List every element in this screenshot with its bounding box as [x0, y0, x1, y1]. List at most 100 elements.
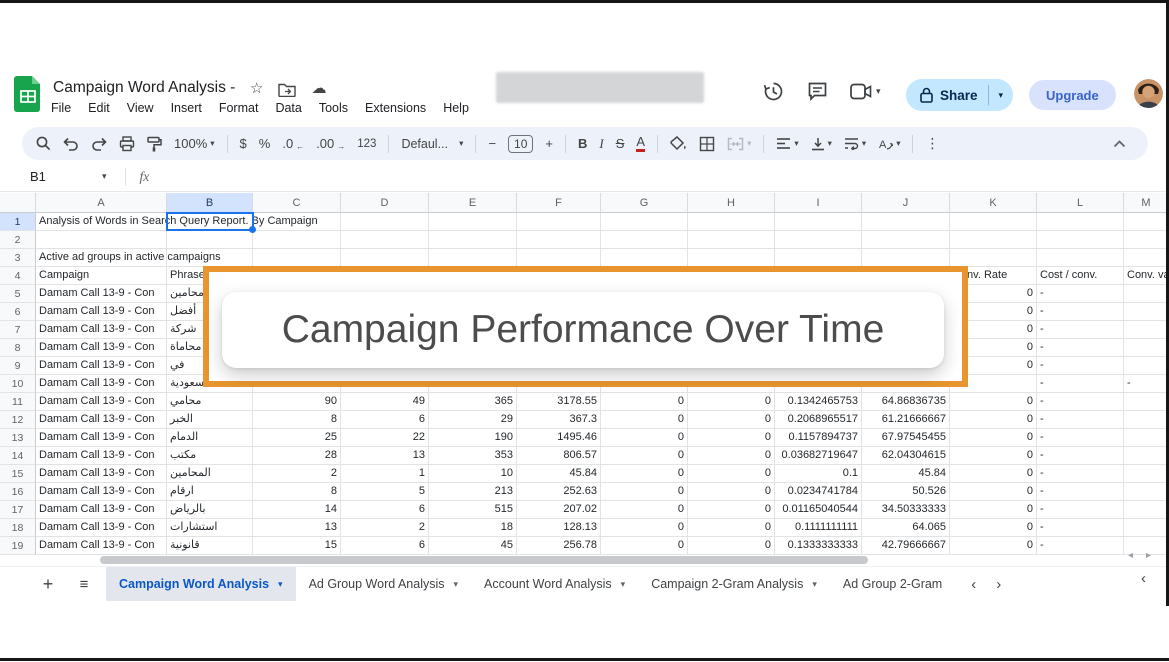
text-rotation-icon[interactable]: A ▾ — [878, 137, 900, 151]
cell-A2[interactable] — [36, 231, 167, 249]
star-icon[interactable]: ☆ — [250, 80, 263, 98]
font-size-input[interactable]: 10 — [508, 135, 533, 153]
chevron-down-icon[interactable]: ▾ — [278, 579, 283, 590]
cell-F19[interactable]: 256.78 — [517, 537, 601, 555]
cell-A11[interactable]: Damam Call 13-9 - Con — [36, 393, 167, 411]
cell-F16[interactable]: 252.63 — [517, 483, 601, 501]
cell-D11[interactable]: 49 — [341, 393, 429, 411]
cell-H2[interactable] — [688, 231, 775, 249]
cell-L8[interactable]: - — [1037, 339, 1124, 357]
cell-J11[interactable]: 64.86836735 — [862, 393, 950, 411]
cell-L15[interactable]: - — [1037, 465, 1124, 483]
cell-A3[interactable]: Active ad groups in active campaigns — [36, 249, 167, 267]
row-header-5[interactable]: 5 — [0, 285, 36, 303]
cell-G12[interactable]: 0 — [601, 411, 688, 429]
cell-D16[interactable]: 5 — [341, 483, 429, 501]
format-percent-button[interactable]: % — [259, 136, 271, 151]
cell-I11[interactable]: 0.1342465753 — [775, 393, 862, 411]
cell-L10[interactable]: - — [1037, 375, 1124, 393]
cell-E18[interactable]: 18 — [429, 519, 517, 537]
column-header-F[interactable]: F — [517, 193, 601, 213]
cell-H11[interactable]: 0 — [688, 393, 775, 411]
zoom-select[interactable]: 100%▾ — [174, 136, 215, 151]
name-box[interactable]: B1 — [0, 169, 102, 184]
cell-H18[interactable]: 0 — [688, 519, 775, 537]
menu-tools[interactable]: Tools — [319, 101, 348, 115]
borders-icon[interactable] — [699, 136, 715, 152]
column-header-M[interactable]: M — [1124, 193, 1169, 213]
cell-F14[interactable]: 806.57 — [517, 447, 601, 465]
row-header-16[interactable]: 16 — [0, 483, 36, 501]
cell-E19[interactable]: 45 — [429, 537, 517, 555]
horizontal-scrollbar[interactable] — [100, 556, 868, 564]
cell-K11[interactable]: 0 — [950, 393, 1037, 411]
cell-J13[interactable]: 67.97545455 — [862, 429, 950, 447]
cell-G15[interactable]: 0 — [601, 465, 688, 483]
cell-M3[interactable] — [1124, 249, 1169, 267]
row-header-15[interactable]: 15 — [0, 465, 36, 483]
move-folder-icon[interactable] — [278, 82, 296, 97]
cell-L4[interactable]: Cost / conv. — [1037, 267, 1124, 285]
text-wrap-icon[interactable]: ▾ — [844, 137, 866, 150]
print-icon[interactable] — [119, 136, 135, 152]
all-sheets-menu-icon[interactable]: ≡ — [76, 576, 92, 593]
cell-M17[interactable] — [1124, 501, 1169, 519]
number-format-button[interactable]: 123 — [357, 138, 376, 150]
scroll-left-icon[interactable]: ◂ — [1128, 550, 1133, 561]
cell-A19[interactable]: Damam Call 13-9 - Con — [36, 537, 167, 555]
cell-G13[interactable]: 0 — [601, 429, 688, 447]
chevron-down-icon[interactable]: ▾ — [454, 579, 459, 590]
cell-B18[interactable]: استشارات — [167, 519, 253, 537]
cell-K18[interactable]: 0 — [950, 519, 1037, 537]
row-header-8[interactable]: 8 — [0, 339, 36, 357]
collapse-toolbar-icon[interactable] — [1113, 140, 1126, 148]
cell-L6[interactable]: - — [1037, 303, 1124, 321]
cell-D13[interactable]: 22 — [341, 429, 429, 447]
cell-F12[interactable]: 367.3 — [517, 411, 601, 429]
decrease-font-size-button[interactable]: − — [488, 136, 496, 151]
row-header-4[interactable]: 4 — [0, 267, 36, 285]
cell-M15[interactable] — [1124, 465, 1169, 483]
collapse-panel-icon[interactable]: ‹ — [1141, 570, 1146, 587]
tab-account-word-analysis[interactable]: Account Word Analysis▾ — [471, 567, 638, 601]
cell-L1[interactable] — [1037, 213, 1124, 231]
tabs-next-icon[interactable]: › — [996, 576, 1001, 593]
cell-H14[interactable]: 0 — [688, 447, 775, 465]
scroll-right-icon[interactable]: ▸ — [1146, 550, 1151, 561]
cell-C17[interactable]: 14 — [253, 501, 341, 519]
cell-A8[interactable]: Damam Call 13-9 - Con — [36, 339, 167, 357]
menu-format[interactable]: Format — [219, 101, 259, 115]
cell-I13[interactable]: 0.1157894737 — [775, 429, 862, 447]
cell-M8[interactable] — [1124, 339, 1169, 357]
cell-E16[interactable]: 213 — [429, 483, 517, 501]
cell-M16[interactable] — [1124, 483, 1169, 501]
version-history-icon[interactable] — [762, 80, 784, 102]
cell-K12[interactable]: 0 — [950, 411, 1037, 429]
cell-C15[interactable]: 2 — [253, 465, 341, 483]
font-select[interactable]: Defaul...▾ — [401, 137, 463, 151]
cell-J18[interactable]: 64.065 — [862, 519, 950, 537]
tabs-prev-icon[interactable]: ‹ — [971, 576, 976, 593]
cell-L3[interactable] — [1037, 249, 1124, 267]
row-header-12[interactable]: 12 — [0, 411, 36, 429]
cell-D19[interactable]: 6 — [341, 537, 429, 555]
meet-call-control[interactable]: ▾ — [850, 83, 881, 100]
cell-A13[interactable]: Damam Call 13-9 - Con — [36, 429, 167, 447]
row-header-11[interactable]: 11 — [0, 393, 36, 411]
text-color-button[interactable]: A — [636, 136, 645, 152]
cell-L2[interactable] — [1037, 231, 1124, 249]
menu-file[interactable]: File — [51, 101, 71, 115]
tab-ad-group-2-gram[interactable]: Ad Group 2-Gram — [830, 567, 955, 601]
tab-ad-group-word-analysis[interactable]: Ad Group Word Analysis▾ — [296, 567, 471, 601]
cell-L13[interactable]: - — [1037, 429, 1124, 447]
menu-edit[interactable]: Edit — [88, 101, 110, 115]
cell-D15[interactable]: 1 — [341, 465, 429, 483]
cell-F3[interactable] — [517, 249, 601, 267]
cell-M18[interactable] — [1124, 519, 1169, 537]
row-header-7[interactable]: 7 — [0, 321, 36, 339]
cell-F17[interactable]: 207.02 — [517, 501, 601, 519]
cell-A7[interactable]: Damam Call 13-9 - Con — [36, 321, 167, 339]
cell-C14[interactable]: 28 — [253, 447, 341, 465]
cell-H3[interactable] — [688, 249, 775, 267]
row-header-3[interactable]: 3 — [0, 249, 36, 267]
